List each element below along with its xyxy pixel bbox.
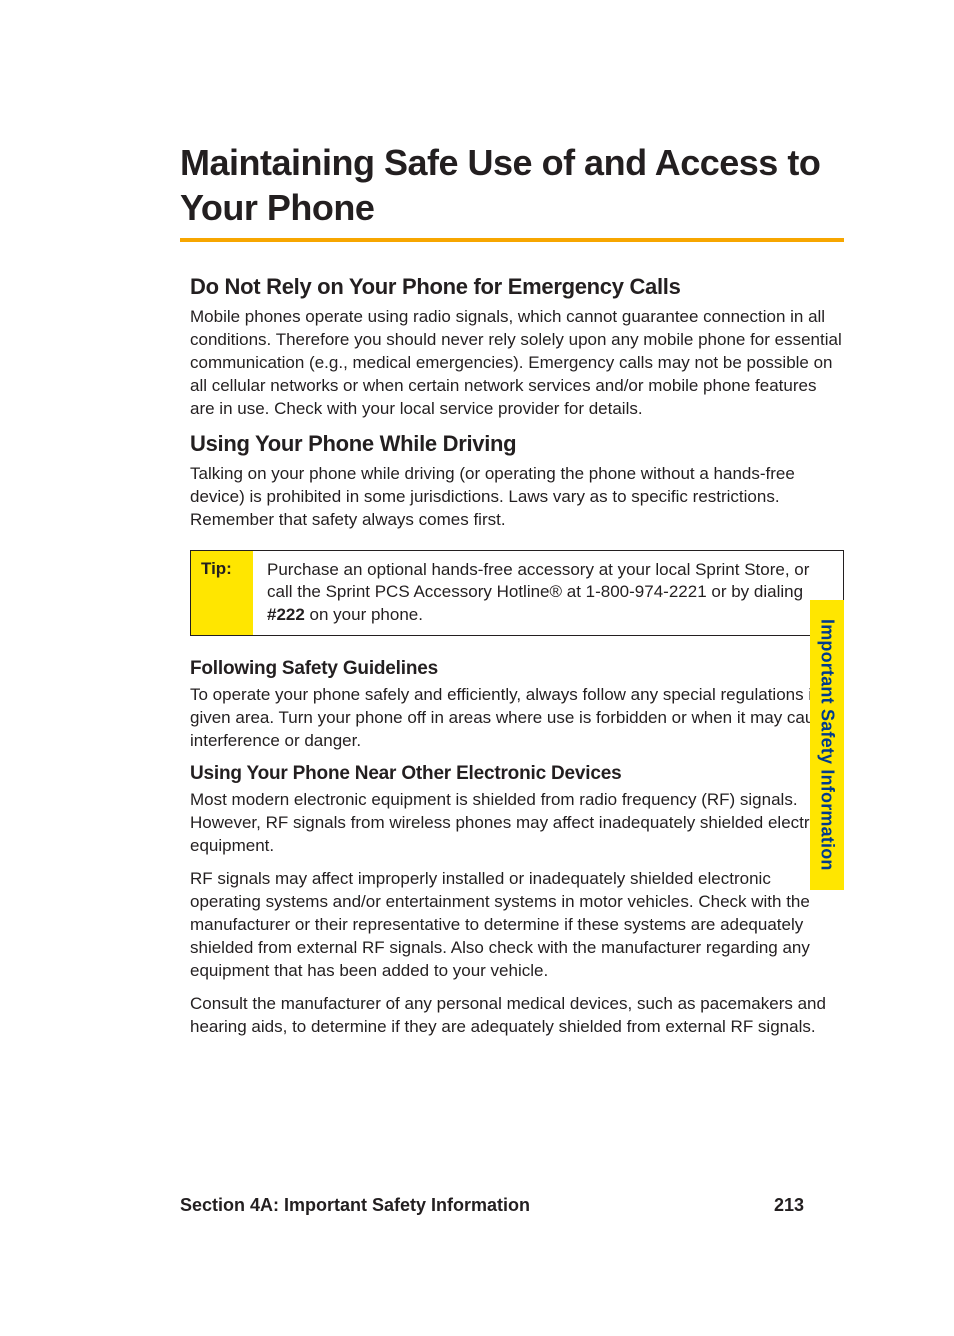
heading-driving: Using Your Phone While Driving	[190, 431, 844, 457]
heading-electronics: Using Your Phone Near Other Electronic D…	[190, 763, 844, 785]
footer-page-number: 213	[774, 1195, 804, 1216]
tip-bold: #222	[267, 605, 305, 624]
title-rule	[180, 238, 844, 242]
para-electronics-2: RF signals may affect improperly install…	[190, 868, 844, 983]
para-driving: Talking on your phone while driving (or …	[190, 463, 844, 532]
para-guidelines: To operate your phone safely and efficie…	[190, 684, 844, 753]
para-electronics-3: Consult the manufacturer of any personal…	[190, 993, 844, 1039]
tip-text-before: Purchase an optional hands-free accessor…	[267, 560, 809, 602]
page-footer: Section 4A: Important Safety Information…	[180, 1195, 804, 1216]
tip-box: Tip: Purchase an optional hands-free acc…	[190, 550, 844, 637]
heading-guidelines: Following Safety Guidelines	[190, 658, 844, 680]
para-electronics-1: Most modern electronic equipment is shie…	[190, 789, 844, 858]
footer-section-label: Section 4A: Important Safety Information	[180, 1195, 530, 1216]
tip-text-after: on your phone.	[305, 605, 423, 624]
heading-emergency: Do Not Rely on Your Phone for Emergency …	[190, 274, 844, 300]
page-title: Maintaining Safe Use of and Access to Yo…	[180, 140, 844, 230]
tip-label: Tip:	[191, 551, 253, 636]
tip-text: Purchase an optional hands-free accessor…	[253, 551, 843, 636]
side-tab: Important Safety Information	[810, 600, 844, 890]
side-tab-label: Important Safety Information	[817, 619, 838, 871]
para-emergency: Mobile phones operate using radio signal…	[190, 306, 844, 421]
